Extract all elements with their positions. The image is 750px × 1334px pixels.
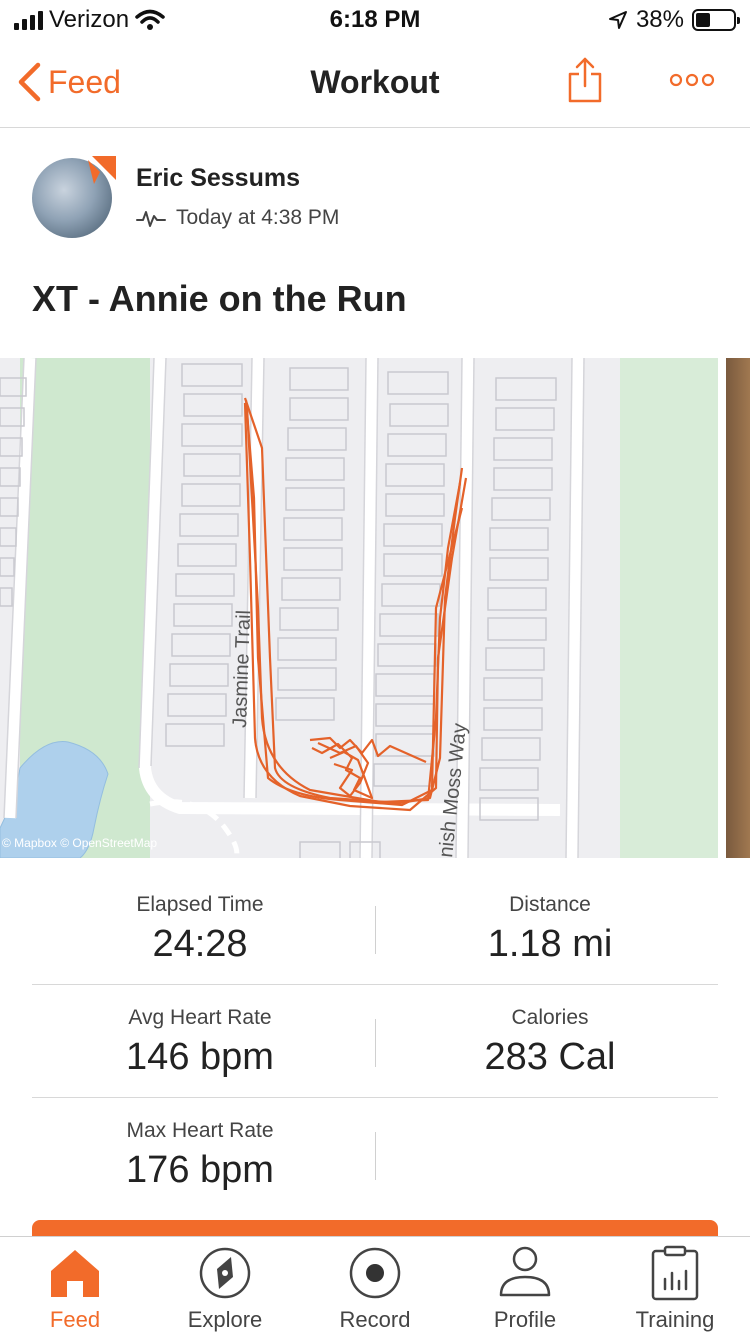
stat-value: 176 bpm bbox=[126, 1149, 274, 1191]
record-icon bbox=[349, 1247, 401, 1299]
route-line bbox=[243, 397, 468, 812]
park-area-east bbox=[620, 358, 718, 858]
strava-badge-icon bbox=[88, 156, 116, 184]
status-right: 38% bbox=[608, 6, 740, 34]
map-canvas: Jasmine Trail nish Moss Way bbox=[0, 358, 718, 858]
street-label-jasmine: Jasmine Trail bbox=[229, 610, 255, 729]
stat-value: 24:28 bbox=[152, 923, 248, 965]
more-icon[interactable] bbox=[668, 70, 716, 90]
tab-bar: Feed Explore Record Profile Training bbox=[0, 1236, 750, 1334]
stat-label: Avg Heart Rate bbox=[128, 1006, 272, 1029]
tab-label: Record bbox=[339, 1307, 411, 1332]
next-photo-preview[interactable] bbox=[726, 358, 750, 858]
share-icon[interactable] bbox=[566, 56, 604, 104]
location-arrow-icon bbox=[608, 11, 627, 29]
tab-label: Profile bbox=[493, 1307, 557, 1332]
training-calendar-icon bbox=[651, 1245, 699, 1301]
stat-max-heart-rate: Max Heart Rate 176 bpm bbox=[30, 1119, 370, 1192]
stat-label: Calories bbox=[511, 1006, 589, 1029]
workout-title: XT - Annie on the Run bbox=[32, 278, 407, 319]
tab-label: Feed bbox=[49, 1307, 101, 1332]
tab-record[interactable]: Record bbox=[300, 1237, 450, 1334]
row-divider bbox=[32, 984, 718, 985]
stat-avg-heart-rate: Avg Heart Rate 146 bpm bbox=[30, 1006, 370, 1079]
compass-icon bbox=[199, 1247, 251, 1299]
wifi-icon bbox=[135, 9, 165, 30]
stat-distance: Distance 1.18 mi bbox=[380, 893, 720, 966]
stat-divider bbox=[375, 1132, 376, 1180]
route-map[interactable]: Jasmine Trail nish Moss Way bbox=[0, 358, 718, 858]
activity-meta: Today at 4:38 PM bbox=[136, 206, 339, 230]
status-bar: Verizon 6:18 PM 38% bbox=[0, 0, 750, 40]
stat-elapsed-time: Elapsed Time 24:28 bbox=[30, 893, 370, 966]
profile-icon bbox=[499, 1246, 551, 1297]
back-button[interactable]: Feed bbox=[16, 62, 121, 102]
stat-calories: Calories 283 Cal bbox=[380, 1006, 720, 1079]
stat-value: 1.18 mi bbox=[487, 923, 613, 965]
battery-percent: 38% bbox=[635, 6, 684, 33]
tab-feed[interactable]: Feed bbox=[0, 1237, 150, 1334]
battery-fill bbox=[696, 13, 710, 27]
heartbeat-icon bbox=[136, 211, 166, 227]
activity-timestamp: Today at 4:38 PM bbox=[176, 206, 340, 229]
carrier-label: Verizon bbox=[49, 6, 130, 33]
navigation-bar: Feed Workout bbox=[0, 40, 750, 128]
stat-value: 146 bpm bbox=[126, 1036, 274, 1078]
stat-divider bbox=[375, 906, 376, 954]
tab-training[interactable]: Training bbox=[600, 1237, 750, 1334]
row-divider bbox=[32, 1097, 718, 1098]
back-label: Feed bbox=[48, 63, 121, 100]
tab-explore[interactable]: Explore bbox=[150, 1237, 300, 1334]
map-attribution[interactable]: © Mapbox © OpenStreetMap bbox=[0, 836, 157, 850]
stat-divider bbox=[375, 1019, 376, 1067]
athlete-name[interactable]: Eric Sessums bbox=[136, 164, 300, 193]
tab-label: Explore bbox=[187, 1307, 263, 1332]
home-icon bbox=[51, 1250, 99, 1297]
stat-label: Distance bbox=[509, 893, 591, 916]
stat-value: 283 Cal bbox=[484, 1036, 616, 1078]
tab-profile[interactable]: Profile bbox=[450, 1237, 600, 1334]
stat-label: Elapsed Time bbox=[136, 893, 264, 916]
stat-label: Max Heart Rate bbox=[126, 1119, 274, 1142]
tab-label: Training bbox=[635, 1307, 715, 1332]
battery-icon bbox=[692, 9, 740, 31]
chevron-left-icon bbox=[18, 62, 41, 102]
signal-icon bbox=[14, 10, 43, 30]
status-left: Verizon bbox=[14, 6, 165, 34]
